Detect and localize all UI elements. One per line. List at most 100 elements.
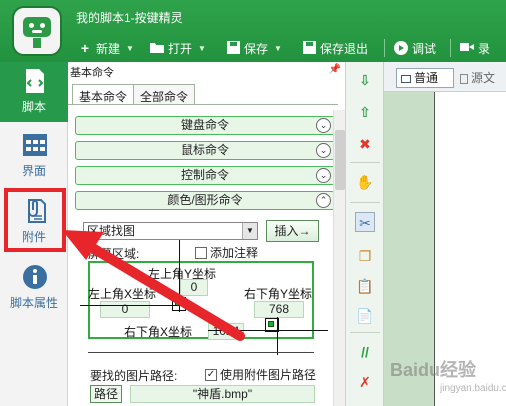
category-color-graphics[interactable]: 颜色/图形命令 ⌃ <box>75 191 335 210</box>
script-icon <box>22 68 48 94</box>
command-select[interactable]: 区域找图 ▼ <box>83 222 258 240</box>
hand-icon[interactable]: ✋ <box>355 172 375 192</box>
watermark-subtitle: jingyan.baidu.com <box>440 383 506 394</box>
cut-icon[interactable]: ✂ <box>355 212 375 232</box>
tab-all-commands[interactable]: 全部命令 <box>133 84 196 104</box>
insert-button[interactable]: 插入→ <box>266 220 319 242</box>
editor-tabs: 普通 源文 <box>384 62 506 92</box>
toolbar-divider <box>384 39 385 57</box>
open-label: 打开 <box>168 41 193 56</box>
command-select-value: 区域找图 <box>87 224 136 238</box>
path-button[interactable]: 路径 <box>90 385 122 403</box>
crosshair-line <box>277 317 278 355</box>
category-control[interactable]: 控制命令 ⌄ <box>75 166 335 185</box>
save-exit-label: 保存退出 <box>320 41 369 56</box>
play-icon <box>394 41 408 55</box>
checkbox-box[interactable]: ✓ <box>205 368 217 381</box>
info-icon <box>22 264 48 290</box>
save-button[interactable]: 保存 ▼ <box>226 38 282 58</box>
toolbar-divider <box>350 202 380 203</box>
monitor-icon <box>401 74 411 83</box>
delete-icon[interactable]: ✖ <box>355 134 375 154</box>
category-mouse[interactable]: 鼠标命令 ⌄ <box>75 141 335 160</box>
grid-icon <box>22 132 48 158</box>
collapse-icon[interactable]: ⌃ <box>316 193 331 208</box>
comment-icon[interactable]: // <box>355 342 375 362</box>
category-label: 控制命令 <box>180 168 229 182</box>
title-toolbar: 我的脚本1-按键精灵 + 新建 ▼ 打开 ▼ 保存 ▼ 保存退出 调试 录 <box>0 0 506 62</box>
new-button[interactable]: + 新建 ▼ <box>78 38 134 58</box>
toolbar-divider <box>450 39 451 57</box>
expand-icon[interactable]: ⌄ <box>316 118 331 133</box>
panel-header: 基本命令 <box>70 67 114 79</box>
screen-area-box: 左上角Y坐标 0 左上角X坐标 0 右下角Y坐标 768 右下角X坐标 1024 <box>88 261 314 340</box>
expand-icon[interactable]: ⌄ <box>316 168 331 183</box>
debug-label: 调试 <box>412 41 437 56</box>
folder-icon <box>150 41 164 55</box>
plus-icon: + <box>80 40 90 56</box>
toolbar-divider <box>350 162 380 163</box>
top-left-y-field[interactable]: 0 <box>180 279 208 296</box>
path-value-field[interactable]: "神盾.bmp" <box>130 385 315 403</box>
paste-icon[interactable]: 📋 <box>355 276 375 296</box>
scroll-thumb[interactable] <box>335 130 345 190</box>
screen-area-label: 屏幕区域: <box>88 247 140 261</box>
expand-icon[interactable]: ⌄ <box>316 143 331 158</box>
uncomment-icon[interactable]: ✗ <box>355 372 375 392</box>
crosshair-line <box>80 305 180 306</box>
new-label: 新建 <box>96 41 121 56</box>
open-button[interactable]: 打开 ▼ <box>150 38 206 58</box>
chevron-down-icon[interactable]: ▼ <box>242 223 257 239</box>
bottom-right-x-field[interactable]: 1024 <box>208 323 244 340</box>
chevron-down-icon[interactable]: ▼ <box>198 44 206 53</box>
tab-source-view[interactable]: 源文 <box>460 68 506 88</box>
save-label: 保存 <box>244 41 269 56</box>
tab-basic-commands[interactable]: 基本命令 <box>72 84 135 104</box>
sidebar-item-label: 界面 <box>21 164 46 178</box>
debug-button[interactable]: 调试 <box>394 38 436 58</box>
sidebar-item-properties[interactable]: 脚本属性 <box>0 258 68 318</box>
add-annotation-label: 添加注释 <box>210 246 259 260</box>
category-label: 鼠标命令 <box>180 143 229 157</box>
tab-normal-view[interactable]: 普通 <box>396 68 454 88</box>
vertical-toolbar: ⇩ ⇧ ✖ ✋ ✂ ❐ 📋 📄 // ✗ <box>346 62 384 406</box>
bottom-right-x-label: 右下角X坐标 <box>124 325 193 339</box>
highlight-box <box>4 188 66 252</box>
chevron-down-icon[interactable]: ▼ <box>126 44 134 53</box>
move-down-icon[interactable]: ⇩ <box>355 70 375 90</box>
add-annotation-checkbox[interactable]: 添加注释 <box>195 244 258 261</box>
toolbar-divider <box>350 332 380 333</box>
divider-line <box>88 352 314 353</box>
use-attachment-path-checkbox[interactable]: ✓ 使用附件图片路径 <box>205 366 316 383</box>
paste-special-icon[interactable]: 📄 <box>355 306 375 326</box>
category-keyboard[interactable]: 键盘命令 ⌄ <box>75 116 335 135</box>
crosshair-line <box>208 330 328 331</box>
script-editor: 普通 源文 <box>384 62 506 406</box>
record-label: 录 <box>478 41 491 56</box>
checkbox-box[interactable] <box>195 246 207 259</box>
top-left-x-field[interactable]: 0 <box>100 301 150 318</box>
record-icon <box>460 41 474 55</box>
doc-icon <box>460 73 468 84</box>
bottom-right-y-field[interactable]: 768 <box>254 301 304 318</box>
category-label: 颜色/图形命令 <box>167 193 243 207</box>
crosshair-line <box>179 240 180 312</box>
pin-icon[interactable]: 📌 <box>329 64 341 75</box>
tab-normal-label: 普通 <box>414 71 439 85</box>
top-left-x-label: 左上角X坐标 <box>88 287 157 301</box>
app-logo <box>12 6 62 56</box>
sidebar-item-label: 脚本 <box>21 100 46 114</box>
command-panel: 基本命令 📌 基本命令 全部命令 键盘命令 ⌄ 鼠标命令 ⌄ 控制命令 ⌄ 颜色… <box>68 62 346 406</box>
chevron-down-icon[interactable]: ▼ <box>274 44 282 53</box>
sidebar-item-script[interactable]: 脚本 <box>0 62 68 122</box>
panel-scrollbar[interactable] <box>333 110 345 406</box>
move-up-icon[interactable]: ⇧ <box>355 102 375 122</box>
floppy-exit-icon <box>302 41 316 55</box>
record-button[interactable]: 录 <box>460 38 490 58</box>
use-attachment-path-label: 使用附件图片路径 <box>220 368 317 382</box>
sidebar-item-ui[interactable]: 界面 <box>0 126 68 186</box>
copy-icon[interactable]: ❐ <box>355 246 375 266</box>
bottom-right-handle-dot <box>268 321 274 327</box>
save-exit-button[interactable]: 保存退出 <box>302 38 368 58</box>
window-title: 我的脚本1-按键精灵 <box>76 11 183 25</box>
